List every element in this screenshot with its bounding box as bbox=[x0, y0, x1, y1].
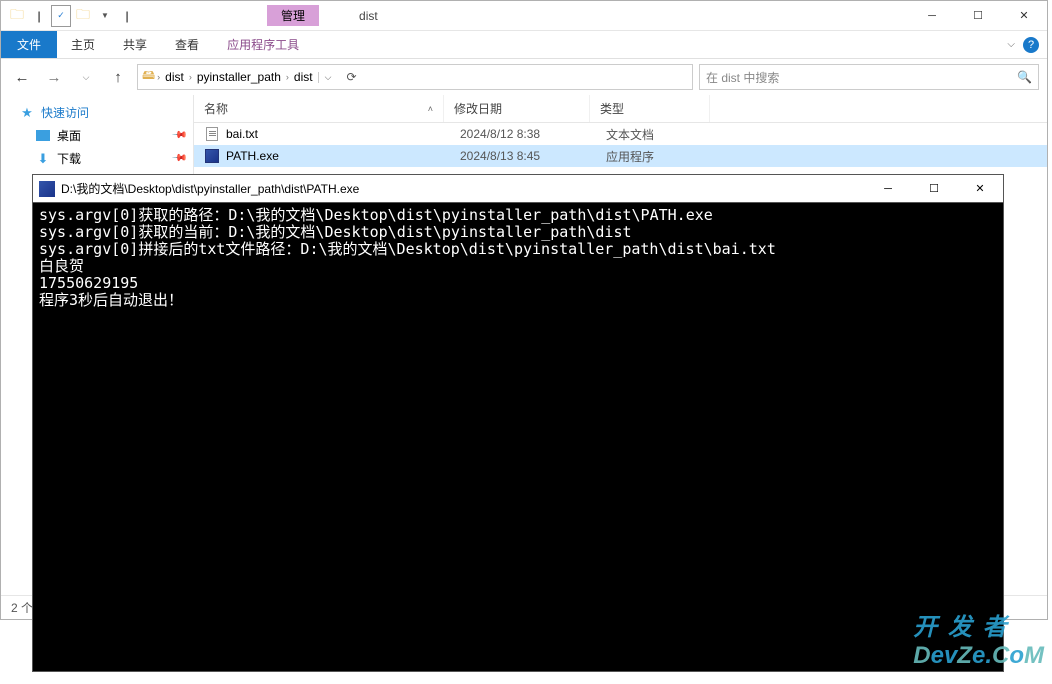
refresh-icon[interactable]: ⟳ bbox=[340, 70, 364, 84]
contextual-tab-label: 管理 bbox=[267, 5, 319, 26]
up-button[interactable]: ↑ bbox=[105, 64, 131, 90]
home-tab[interactable]: 主页 bbox=[57, 31, 109, 58]
chevron-icon[interactable]: › bbox=[157, 72, 160, 82]
console-minimize-button[interactable]: ─ bbox=[865, 175, 911, 203]
column-date[interactable]: 修改日期 bbox=[444, 95, 590, 122]
sort-indicator-icon: ˄ bbox=[428, 104, 433, 114]
breadcrumb-seg[interactable]: dist bbox=[291, 70, 316, 84]
console-output[interactable]: sys.argv[0]获取的路径：D:\我的文档\Desktop\dist\py… bbox=[33, 203, 1003, 313]
qat-divider: | bbox=[117, 5, 137, 27]
recent-dropdown[interactable]: ⌵ bbox=[73, 64, 99, 90]
sidebar-desktop[interactable]: 桌面 📌 bbox=[1, 124, 193, 147]
search-icon[interactable]: 🔍 bbox=[1017, 70, 1032, 84]
star-icon: ★ bbox=[19, 105, 35, 121]
console-maximize-button[interactable]: ☐ bbox=[911, 175, 957, 203]
back-button[interactable]: ← bbox=[9, 64, 35, 90]
chevron-icon[interactable]: › bbox=[286, 72, 289, 82]
breadcrumb-seg[interactable]: pyinstaller_path bbox=[194, 70, 284, 84]
window-title: dist bbox=[359, 9, 378, 23]
file-name: bai.txt bbox=[226, 127, 460, 141]
file-type: 文本文档 bbox=[606, 126, 726, 143]
exe-file-icon bbox=[204, 148, 220, 164]
file-type: 应用程序 bbox=[606, 148, 726, 165]
qat-dropdown-icon[interactable]: ▼ bbox=[95, 5, 115, 27]
breadcrumb-seg[interactable]: dist bbox=[162, 70, 187, 84]
column-headers: 名称 ˄ 修改日期 类型 bbox=[194, 95, 1047, 123]
console-close-button[interactable]: ✕ bbox=[957, 175, 1003, 203]
column-name[interactable]: 名称 ˄ bbox=[194, 95, 444, 122]
pin-icon: 📌 bbox=[170, 127, 187, 144]
console-title-bar[interactable]: D:\我的文档\Desktop\dist\pyinstaller_path\di… bbox=[33, 175, 1003, 203]
search-placeholder: 在 dist 中搜索 bbox=[706, 69, 779, 86]
file-tab[interactable]: 文件 bbox=[1, 31, 57, 58]
properties-icon[interactable]: ✓ bbox=[51, 5, 71, 27]
ribbon-tabs: 文件 主页 共享 查看 应用程序工具 ⌵ ? bbox=[1, 31, 1047, 59]
forward-button[interactable]: → bbox=[41, 64, 67, 90]
sidebar-item-label: 桌面 bbox=[57, 127, 81, 144]
sidebar-quick-access[interactable]: ★ 快速访问 bbox=[1, 101, 193, 124]
file-name: PATH.exe bbox=[226, 149, 460, 163]
maximize-button[interactable]: ☐ bbox=[955, 1, 1001, 31]
close-button[interactable]: ✕ bbox=[1001, 1, 1047, 31]
drive-icon[interactable]: 🖴 bbox=[142, 66, 155, 88]
console-window-controls: ─ ☐ ✕ bbox=[865, 175, 1003, 203]
sidebar-item-label: 快速访问 bbox=[41, 104, 89, 121]
file-row[interactable]: bai.txt 2024/8/12 8:38 文本文档 bbox=[194, 123, 1047, 145]
console-window: D:\我的文档\Desktop\dist\pyinstaller_path\di… bbox=[32, 174, 1004, 672]
console-app-icon bbox=[39, 181, 55, 197]
column-type[interactable]: 类型 bbox=[590, 95, 710, 122]
sidebar-item-label: 下载 bbox=[57, 150, 81, 167]
file-row[interactable]: PATH.exe 2024/8/13 8:45 应用程序 bbox=[194, 145, 1047, 167]
qat-divider: | bbox=[29, 5, 49, 27]
new-folder-icon[interactable]: 🗀 bbox=[73, 5, 93, 27]
console-title-text: D:\我的文档\Desktop\dist\pyinstaller_path\di… bbox=[61, 180, 359, 197]
navigation-row: ← → ⌵ ↑ 🖴 › dist › pyinstaller_path › di… bbox=[1, 59, 1047, 95]
desktop-icon bbox=[35, 128, 51, 144]
chevron-icon[interactable]: › bbox=[189, 72, 192, 82]
app-tools-tab[interactable]: 应用程序工具 bbox=[213, 31, 313, 58]
view-tab[interactable]: 查看 bbox=[161, 31, 213, 58]
minimize-button[interactable]: ─ bbox=[909, 1, 955, 31]
search-input[interactable]: 在 dist 中搜索 🔍 bbox=[699, 64, 1039, 90]
ribbon-collapse-icon[interactable]: ⌵ bbox=[1007, 39, 1015, 50]
txt-file-icon bbox=[204, 126, 220, 142]
pin-icon: 📌 bbox=[170, 150, 187, 167]
sidebar-downloads[interactable]: ⬇ 下载 📌 bbox=[1, 147, 193, 170]
folder-icon[interactable]: 🗀 bbox=[7, 5, 27, 27]
window-controls: ─ ☐ ✕ bbox=[909, 1, 1047, 31]
watermark: 开 发 者 DevZe.CoM bbox=[913, 607, 1044, 670]
title-bar: 🗀 | ✓ 🗀 ▼ | 管理 dist ─ ☐ ✕ bbox=[1, 1, 1047, 31]
address-bar[interactable]: 🖴 › dist › pyinstaller_path › dist ⌵ ⟳ bbox=[137, 64, 693, 90]
help-icon[interactable]: ? bbox=[1023, 37, 1039, 53]
address-dropdown-icon[interactable]: ⌵ bbox=[318, 72, 338, 83]
file-date: 2024/8/13 8:45 bbox=[460, 149, 606, 163]
share-tab[interactable]: 共享 bbox=[109, 31, 161, 58]
file-date: 2024/8/12 8:38 bbox=[460, 127, 606, 141]
download-icon: ⬇ bbox=[35, 151, 51, 167]
quick-access-toolbar: 🗀 | ✓ 🗀 ▼ | bbox=[1, 5, 137, 27]
